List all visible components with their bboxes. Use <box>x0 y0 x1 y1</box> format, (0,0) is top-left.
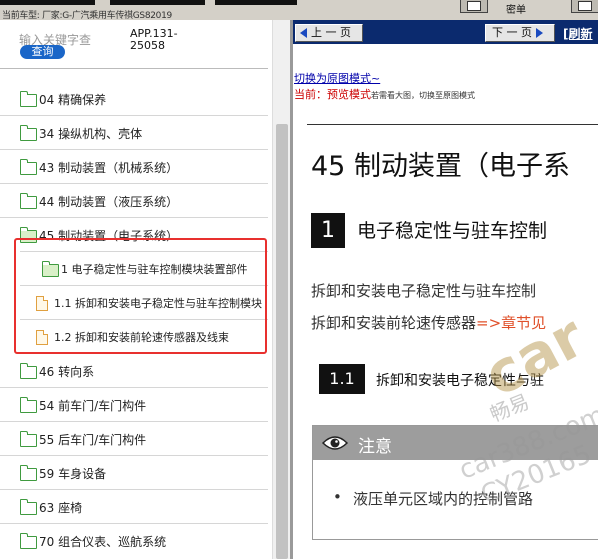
next-page-button[interactable]: 下 一 页 <box>485 24 555 42</box>
current-mode-line: 当前：预览模式若需看大图，切换至原图模式 <box>294 86 475 102</box>
folder-icon <box>20 193 37 209</box>
next-page-label: 下 一 页 <box>492 26 532 39</box>
tree-item[interactable]: 54 前车门/车门构件 <box>0 388 272 422</box>
tree-item[interactable]: 63 座椅 <box>0 490 272 524</box>
toolbar-dark-segment <box>0 0 95 5</box>
catalog-pane: 查询 APP.131-25058 04 精确保养 34 操纵机构、壳体 43 制… <box>0 20 290 559</box>
tree-item[interactable]: 70 组合仪表、巡航系统 <box>0 524 272 558</box>
folder-icon <box>20 499 37 515</box>
procedure-text-main: 拆卸和安装前轮速传感器 <box>311 314 477 332</box>
procedure-text: 拆卸和安装前轮速传感器=>章节见 <box>311 312 546 333</box>
procedure-text: 拆卸和安装电子稳定性与驻车控制 <box>311 282 537 300</box>
section-number: 1 <box>311 213 345 248</box>
arrow-left-icon <box>300 28 307 38</box>
current-mode-value: 预览模式 <box>327 88 371 101</box>
arrow-right-icon <box>536 28 543 38</box>
refresh-link[interactable]: [刷新 <box>563 25 593 42</box>
scrollbar-thumb[interactable] <box>276 124 288 559</box>
menu-label[interactable]: 密单 <box>506 1 526 16</box>
viewer-nav-bar: 上 一 页 下 一 页 [刷新 <box>293 20 598 44</box>
folder-icon <box>20 431 37 447</box>
switch-original-mode-link[interactable]: 切换为原图模式~ <box>294 70 380 86</box>
tree-item-label: 55 后车门/车门构件 <box>39 433 147 447</box>
tree-item[interactable]: 46 转向系 <box>0 354 272 388</box>
note-title: 注意 <box>358 437 392 457</box>
toolbar-dark-segment <box>215 0 297 5</box>
toolbar-dark-segment <box>110 0 205 5</box>
tree-item[interactable]: 43 制动装置（机械系统） <box>0 150 272 184</box>
current-mode-prefix: 当前： <box>294 88 327 101</box>
tree-item-label: 04 精确保养 <box>39 93 107 107</box>
chapter-reference-link[interactable]: =>章节见 <box>476 314 546 332</box>
selection-highlight <box>14 238 267 354</box>
prev-page-button[interactable]: 上 一 页 <box>295 24 363 42</box>
folder-icon <box>20 533 37 549</box>
window-icon[interactable] <box>571 0 598 13</box>
note-bullet-text: 液压单元区域内的控制管路 <box>353 490 534 508</box>
window-icon[interactable] <box>460 0 488 13</box>
tree-item[interactable]: 59 车身设备 <box>0 456 272 490</box>
tree-item-label: 43 制动装置（机械系统） <box>39 161 179 175</box>
folder-icon <box>20 91 37 107</box>
tree-item[interactable]: 55 后车门/车门构件 <box>0 422 272 456</box>
tree-item-label: 54 前车门/车门构件 <box>39 399 147 413</box>
subsection-number: 1.1 <box>319 364 365 394</box>
subsection-title: 拆卸和安装电子稳定性与驻 <box>376 373 544 389</box>
tree-item-label: 70 组合仪表、巡航系统 <box>39 535 167 549</box>
folder-icon <box>20 465 37 481</box>
tree-item-label: 63 座椅 <box>39 501 83 515</box>
eye-icon <box>322 436 348 450</box>
query-button[interactable]: 查询 <box>20 45 65 59</box>
tree-item-label: 46 转向系 <box>39 365 95 379</box>
divider <box>307 124 598 125</box>
prev-page-label: 上 一 页 <box>311 26 351 39</box>
current-mode-hint: 若需看大图，切换至原图模式 <box>371 91 475 100</box>
watermark: 畅易 <box>486 389 533 427</box>
tree-item-label: 44 制动装置（液压系统） <box>39 195 179 209</box>
tree-item[interactable]: 34 操纵机构、壳体 <box>0 116 272 150</box>
folder-icon <box>20 397 37 413</box>
top-toolbar: 密单 当前车型: 厂家:G-广汽乘用车传祺GS82019 <box>0 0 598 21</box>
folder-icon <box>20 125 37 141</box>
document-viewer: 上 一 页 下 一 页 [刷新 切换为原图模式~ 当前：预览模式若需看大图，切换… <box>293 20 598 559</box>
section-title: 电子稳定性与驻车控制 <box>357 220 548 242</box>
note-header: 注意 <box>313 426 598 460</box>
tree-item[interactable]: 44 制动装置（液压系统） <box>0 184 272 218</box>
divider <box>0 68 268 69</box>
note-box: 注意 液压单元区域内的控制管路 <box>312 425 598 540</box>
vertical-scrollbar[interactable] <box>272 20 290 559</box>
tree-item[interactable]: 04 精确保养 <box>0 82 272 116</box>
folder-icon <box>20 363 37 379</box>
app-code: APP.131-25058 <box>130 27 178 52</box>
note-bullet: 液压单元区域内的控制管路 <box>333 488 533 509</box>
tree-item-label: 34 操纵机构、壳体 <box>39 127 143 141</box>
folder-icon <box>20 159 37 175</box>
tree-item-label: 59 车身设备 <box>39 467 107 481</box>
document-title: 45 制动装置（电子系 <box>311 151 570 182</box>
